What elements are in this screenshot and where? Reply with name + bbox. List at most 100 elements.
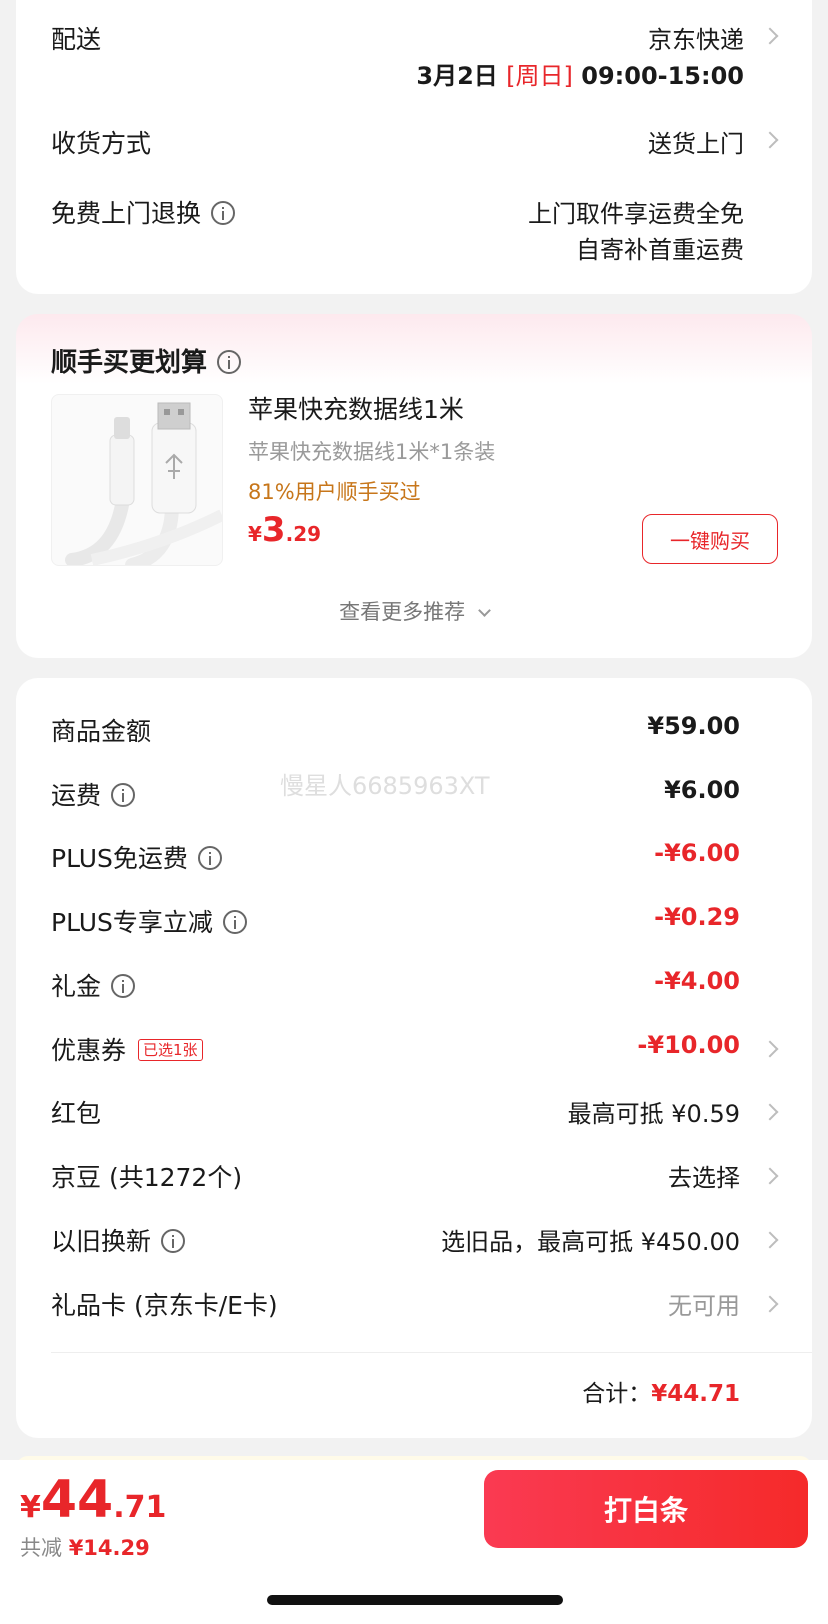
summary-row-label-text: 优惠券 [51,1036,127,1065]
delivery-card: 配送 京东快递 3月2日 [周日] 09:00-15:00 收货方式 送货上门 … [16,0,812,294]
summary-row-label-text: 礼金 [51,972,102,1001]
summary-row[interactable]: 以旧换新 选旧品，最高可抵 ¥450.00 [16,1222,812,1262]
info-icon[interactable] [217,349,242,374]
receive-method-row[interactable]: 收货方式 送货上门 [16,120,812,160]
summary-row-label-text: PLUS免运费 [51,844,188,873]
divider [51,1352,812,1353]
summary-row-value: 最高可抵 ¥0.59 [567,1100,740,1128]
final-price-int: 44 [40,1470,114,1530]
summary-row-label-text: 以旧换新 [51,1227,152,1256]
final-price: ¥44.71 [20,1470,166,1530]
chevron-right-icon [761,1040,779,1058]
saved-value: ¥14.29 [68,1536,150,1560]
chevron-right-icon [761,1295,779,1313]
summary-row-value: -¥10.00 [637,1031,740,1059]
summary-row: 礼金 -¥4.00 [16,967,812,1007]
more-recommendations[interactable]: 查看更多推荐 [16,596,812,626]
summary-row-label-text: 礼品卡 (京东卡/E卡) [51,1291,278,1320]
summary-row-label: 礼品卡 (京东卡/E卡) [51,1286,278,1322]
summary-row: 运费 ¥6.00 [16,776,812,816]
summary-row-label: 京豆 (共1272个) [51,1158,242,1194]
free-return-label: 免费上门退换 [51,194,236,230]
summary-row[interactable]: 红包 最高可抵 ¥0.59 [16,1094,812,1134]
chevron-right-icon [761,1231,779,1249]
summary-row-label: PLUS专享立减 [51,903,247,939]
addon-title: 顺手买更划算 [51,342,242,379]
final-price-symbol: ¥ [20,1490,41,1525]
receive-method-value: 送货上门 [648,130,744,158]
delivery-label: 配送 [51,25,102,54]
summary-row-label-text: 红包 [51,1099,102,1128]
total-value: ¥44.71 [651,1381,740,1407]
coupon-selected-badge: 已选1张 [138,1039,203,1061]
delivery-window: 09:00-15:00 [581,62,744,90]
usb-cable-icon [65,402,222,565]
total-label: 合计： [582,1381,652,1407]
summary-row-label: 优惠券 已选1张 [51,1031,203,1067]
info-icon[interactable] [211,201,236,225]
summary-row: PLUS免运费 -¥6.00 [16,839,812,879]
info-icon[interactable] [161,1229,186,1253]
home-indicator[interactable] [267,1595,563,1605]
chevron-right-icon [761,1167,779,1185]
summary-row-label: 商品金额 [51,712,151,748]
product-name[interactable]: 苹果快充数据线1米 [248,390,464,426]
one-click-buy-button[interactable]: 一键购买 [642,514,778,564]
summary-row: PLUS专享立减 -¥0.29 [16,903,812,943]
summary-row[interactable]: 优惠券 已选1张 -¥10.00 [16,1031,812,1071]
buy-rate: 81%用户顺手买过 [248,480,421,504]
summary-row-label-text: 运费 [51,781,102,810]
chevron-right-icon [761,1103,779,1121]
chevron-right-icon [761,27,779,45]
summary-row[interactable]: 京豆 (共1272个) 去选择 [16,1158,812,1198]
summary-row-label: 礼金 [51,967,136,1003]
chevron-right-icon [761,131,779,149]
summary-row-label: PLUS免运费 [51,839,222,875]
free-return-line2: 自寄补首重运费 [576,236,744,264]
summary-row-value: ¥59.00 [647,712,740,740]
price-dec: .29 [285,522,322,546]
delivery-row[interactable]: 配送 京东快递 3月2日 [周日] 09:00-15:00 [16,16,812,96]
summary-row-label-text: 京豆 (共1272个) [51,1163,243,1192]
summary-row-label-text: 商品金额 [51,717,152,746]
summary-row-value: 无可用 [668,1292,740,1320]
pay-baitiao-button[interactable]: 打白条 [484,1470,808,1548]
info-icon[interactable] [111,974,136,998]
info-icon[interactable] [197,846,222,870]
addon-title-text: 顺手买更划算 [51,348,208,378]
summary-row-label-text: PLUS专享立减 [51,908,213,937]
receive-method-label: 收货方式 [51,129,152,158]
chevron-down-icon [477,604,491,617]
summary-row-label: 运费 [51,776,136,812]
delivery-date: 3月2日 [416,62,498,90]
summary-row-value: -¥6.00 [654,839,740,867]
summary-row-label: 以旧换新 [51,1222,186,1258]
info-icon[interactable] [111,783,136,807]
info-icon[interactable] [222,910,247,934]
final-price-dec: .71 [113,1490,167,1525]
price-symbol: ¥ [248,522,262,546]
price-int: 3 [261,510,286,550]
addon-card: 顺手买更划算 苹果快充数据线1米 苹果快充数据线1米*1条装 81%用户顺手买过… [16,314,812,658]
summary-row-value: ¥6.00 [664,776,740,804]
more-recommendations-text: 查看更多推荐 [339,600,466,624]
free-return-row: 免费上门退换 上门取件享运费全免 自寄补首重运费 [16,190,812,264]
summary-row-label: 红包 [51,1094,101,1130]
delivery-carrier: 京东快递 [648,26,744,54]
free-return-text: 免费上门退换 [51,199,202,228]
summary-row-value: -¥0.29 [654,903,740,931]
delivery-time: 3月2日 [周日] 09:00-15:00 [416,56,744,91]
free-return-line1: 上门取件享运费全免 [528,200,744,228]
summary-row[interactable]: 礼品卡 (京东卡/E卡) 无可用 [16,1286,812,1326]
summary-row: 商品金额 ¥59.00 [16,712,812,752]
summary-row-value: 去选择 [668,1164,740,1192]
summary-row-value: 选旧品，最高可抵 ¥450.00 [441,1228,740,1256]
summary-card: 慢星人6685963XT 商品金额 ¥59.00 运费 ¥6.00 PLUS免运费 -¥6… [16,678,812,1438]
product-price: ¥3.29 [248,510,321,550]
product-image[interactable] [51,394,223,566]
summary-row-value: -¥4.00 [654,967,740,995]
product-spec: 苹果快充数据线1米*1条装 [248,440,496,464]
delivery-weekday: [周日] [506,62,573,90]
total-saved: 共减 ¥14.29 [20,1532,150,1562]
saved-label: 共减 [20,1536,62,1560]
